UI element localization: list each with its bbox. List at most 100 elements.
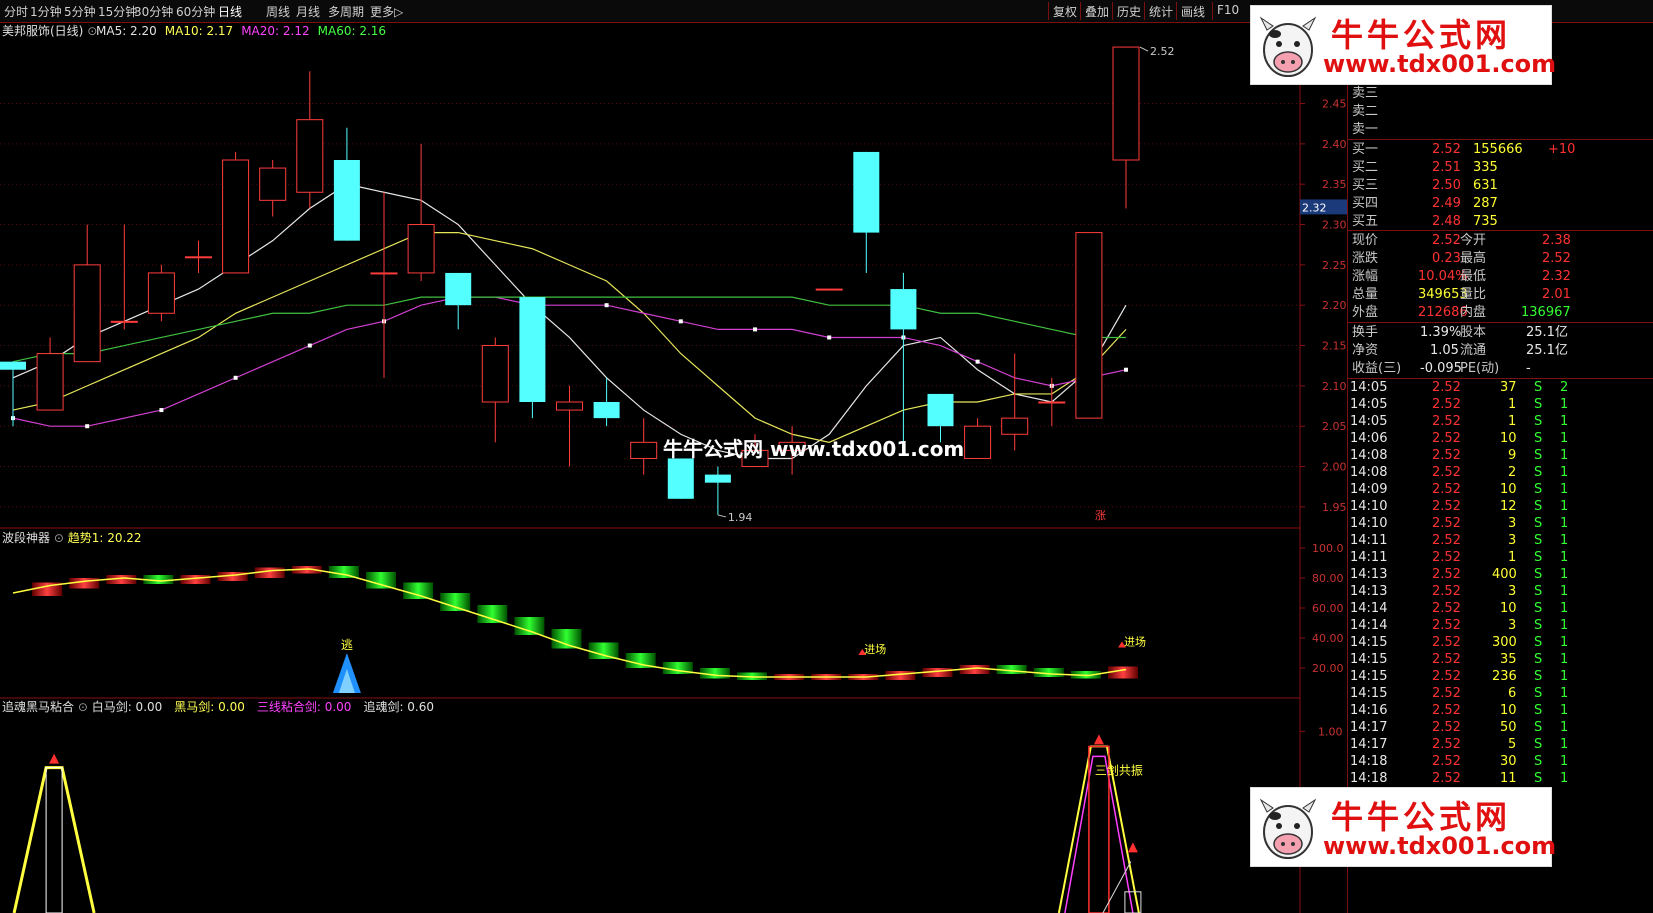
trend-bar	[328, 566, 359, 578]
trade-extra: 2	[1560, 380, 1569, 395]
toolbar-button[interactable]: F10	[1212, 2, 1243, 20]
toolbar-button[interactable]: 叠加	[1080, 2, 1113, 20]
stat-value: 2.52	[1432, 233, 1461, 248]
period-tab[interactable]: 日线	[218, 3, 242, 20]
toolbar-button[interactable]: 复权	[1048, 2, 1081, 20]
trade-extra: 1	[1560, 431, 1569, 446]
price-tick-label: 2.35	[1322, 178, 1347, 191]
ma20-marker	[827, 335, 832, 340]
trade-time: 14:05	[1350, 380, 1388, 395]
trade-extra: 1	[1560, 737, 1569, 752]
candle-body	[593, 402, 620, 419]
price-tick-label: 2.05	[1322, 420, 1347, 433]
trade-side: S	[1534, 448, 1543, 463]
entry-label: 进场	[864, 642, 886, 656]
buy-level-volume: 631	[1473, 178, 1498, 193]
toolbar-button[interactable]: 历史	[1112, 2, 1145, 20]
stat-label: 换手	[1352, 325, 1379, 340]
trade-side: S	[1534, 414, 1543, 429]
trade-price: 2.52	[1432, 669, 1461, 684]
stat-label: 股本	[1460, 325, 1487, 340]
price-tick-label: 2.20	[1322, 299, 1347, 312]
trade-price: 2.52	[1432, 737, 1461, 752]
toolbar-button[interactable]: 画线	[1176, 2, 1209, 20]
period-tab[interactable]: 分时	[4, 3, 28, 20]
period-tab[interactable]: 5分钟	[64, 3, 96, 20]
candle-body	[667, 458, 694, 499]
trade-price: 2.52	[1432, 618, 1461, 633]
toolbar-button[interactable]: 统计	[1144, 2, 1177, 20]
price-tick-label: 2.00	[1322, 461, 1347, 474]
buy-level-label: 买二	[1352, 160, 1379, 175]
trade-time: 14:11	[1350, 533, 1388, 548]
stat-label: 涨跌	[1352, 251, 1379, 266]
stat-label: PE(动)	[1460, 361, 1500, 376]
period-tab[interactable]: 周线	[266, 3, 290, 20]
period-tab[interactable]: 多周期	[328, 3, 364, 20]
kline-chart: 2.45 2.40 2.35 2.30 2.25 2.20 2.15 2.10 2.05 2.00…	[0, 23, 1347, 913]
period-tab[interactable]: 更多▷	[370, 3, 403, 20]
stat-value: 2.32	[1542, 269, 1571, 284]
candle-body	[481, 345, 509, 403]
ma20-marker	[159, 408, 164, 413]
sword-arrow-icon	[49, 753, 60, 764]
ma20-marker	[233, 375, 238, 380]
price-tick-label: 2.40	[1322, 138, 1347, 151]
period-tab[interactable]: 30分钟	[134, 3, 173, 20]
trade-price: 2.52	[1432, 584, 1461, 599]
trend-tick-label: 60.00	[1312, 602, 1344, 615]
trade-side: S	[1534, 465, 1543, 480]
trade-extra: 1	[1560, 567, 1569, 582]
current-price-tag-label: 2.32	[1302, 201, 1327, 214]
trade-time: 14:05	[1350, 397, 1388, 412]
trade-time: 14:17	[1350, 737, 1388, 752]
trade-volume: 10	[1500, 431, 1517, 446]
stat-label: 最低	[1460, 269, 1487, 284]
sell-level-label: 卖二	[1352, 104, 1379, 119]
trade-side: S	[1534, 431, 1543, 446]
trade-side: S	[1534, 652, 1543, 667]
watermark-logo-bottom: 牛牛公式网 www.tdx001.com	[1250, 787, 1556, 867]
stat-label: 外盘	[1352, 305, 1379, 320]
price-tick-label: 1.95	[1322, 501, 1347, 514]
trade-time: 14:15	[1350, 635, 1388, 650]
period-tab[interactable]: 1分钟	[30, 3, 62, 20]
candle-body	[1112, 46, 1140, 161]
trade-time: 14:13	[1350, 567, 1388, 582]
trade-side: S	[1534, 737, 1543, 752]
trend-tick-label: 100.0	[1312, 542, 1344, 555]
ma20-marker	[604, 303, 609, 308]
trade-volume: 2	[1508, 465, 1517, 480]
trade-price: 2.52	[1432, 567, 1461, 582]
trade-time: 14:08	[1350, 465, 1388, 480]
ma20-marker	[1124, 367, 1128, 372]
trend-bar	[366, 572, 396, 589]
trade-extra: 1	[1560, 499, 1569, 514]
ma20-marker	[85, 424, 90, 429]
candle-body	[519, 297, 546, 402]
trend-tick-label: 80.00	[1312, 572, 1344, 585]
trade-time: 14:06	[1350, 431, 1388, 446]
trade-extra: 1	[1560, 720, 1569, 735]
trend-tick-label: 20.00	[1312, 662, 1344, 675]
high-price-label: 2.52	[1150, 45, 1175, 58]
trade-price: 2.52	[1432, 720, 1461, 735]
trade-volume: 3	[1508, 516, 1517, 531]
stat-label: 最高	[1460, 251, 1487, 266]
period-tab[interactable]: 15分钟	[98, 3, 137, 20]
ma-label: MA10: 2.17	[164, 24, 234, 38]
sword-ray	[1102, 861, 1132, 913]
stat-label: 量比	[1460, 287, 1487, 302]
period-tab[interactable]: 60分钟	[176, 3, 215, 20]
trade-extra: 1	[1560, 686, 1569, 701]
candle-body	[333, 160, 360, 241]
candle-body	[556, 401, 583, 411]
trade-side: S	[1534, 635, 1543, 650]
buy-level-extra: +10	[1548, 142, 1576, 157]
period-tab[interactable]: 月线	[296, 3, 320, 20]
candle-body	[296, 119, 324, 193]
stat-value: 2.38	[1542, 233, 1571, 248]
candle-body	[147, 272, 175, 314]
trade-side: S	[1534, 601, 1543, 616]
stat-value: 1.05	[1430, 343, 1459, 358]
